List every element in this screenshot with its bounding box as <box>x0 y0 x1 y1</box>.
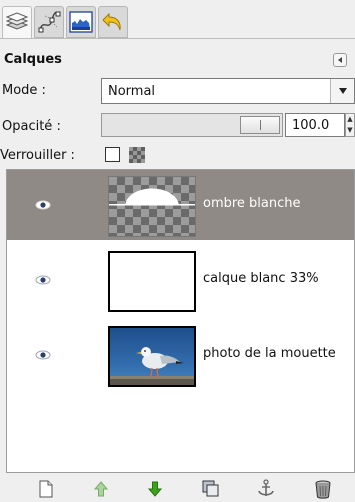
layers-toolbar <box>0 474 355 502</box>
tab-layers[interactable] <box>2 6 32 38</box>
layer-row[interactable]: calque blanc 33% <box>7 245 354 315</box>
opacity-slider[interactable] <box>101 113 283 137</box>
delete-layer-button[interactable] <box>312 479 334 499</box>
seagull-photo-image <box>110 328 194 385</box>
opacity-value-input[interactable]: 100.0 <box>285 113 345 137</box>
layer-name: ombre blanche <box>203 196 301 211</box>
mode-select[interactable]: Normal <box>101 78 355 104</box>
layers-list[interactable]: ombre blanche calque blanc 33% photo de … <box>6 169 355 473</box>
anchor-layer-button[interactable] <box>255 479 277 499</box>
lock-pixels-checkbox[interactable] <box>105 147 120 162</box>
layer-name: photo de la mouette <box>203 346 336 361</box>
opacity-label: Opacité : <box>2 119 61 134</box>
eye-icon[interactable] <box>35 199 51 211</box>
eye-icon[interactable] <box>35 274 51 286</box>
tab-separator <box>0 38 355 39</box>
tab-undo-history[interactable] <box>98 6 128 38</box>
layers-icon <box>5 11 29 30</box>
tab-histogram[interactable] <box>66 6 96 38</box>
opacity-spinner[interactable]: ▲ ▼ <box>345 113 355 137</box>
lock-label: Verrouiller : <box>0 148 75 163</box>
white-arc-shape <box>109 188 195 206</box>
dock-tabs <box>0 0 355 44</box>
raise-layer-button[interactable] <box>90 479 112 499</box>
tab-paths[interactable] <box>34 6 64 38</box>
duplicate-layer-icon <box>202 480 219 497</box>
layer-thumbnail-photo-mouette <box>108 326 196 387</box>
delete-layer-icon <box>315 480 331 499</box>
chevron-down-icon <box>338 88 347 94</box>
histogram-icon <box>69 11 93 33</box>
lower-layer-button[interactable] <box>144 479 166 499</box>
layer-row[interactable]: photo de la mouette <box>7 320 354 390</box>
layer-name: calque blanc 33% <box>203 271 319 286</box>
panel-title: Calques <box>4 52 62 67</box>
layer-row[interactable]: ombre blanche <box>7 170 354 240</box>
lower-layer-icon <box>147 481 163 497</box>
lock-alpha-icon[interactable] <box>129 147 145 163</box>
raise-layer-icon <box>93 481 109 497</box>
layer-thumbnail-ombre-blanche <box>108 176 196 237</box>
new-layer-button[interactable] <box>35 479 57 499</box>
undo-history-icon <box>102 12 121 31</box>
panel-menu-button[interactable] <box>333 53 347 67</box>
paths-icon <box>38 11 61 33</box>
eye-icon[interactable] <box>35 349 51 361</box>
layer-thumbnail-calque-blanc <box>108 251 196 312</box>
duplicate-layer-button[interactable] <box>200 479 222 499</box>
mode-value: Normal <box>108 83 156 99</box>
mode-label: Mode : <box>2 83 46 98</box>
opacity-slider-handle[interactable] <box>240 116 280 134</box>
anchor-layer-icon <box>258 479 274 496</box>
new-layer-icon <box>39 480 53 498</box>
triangle-left-icon <box>338 57 342 63</box>
mode-dropdown-arrow[interactable] <box>330 79 354 103</box>
